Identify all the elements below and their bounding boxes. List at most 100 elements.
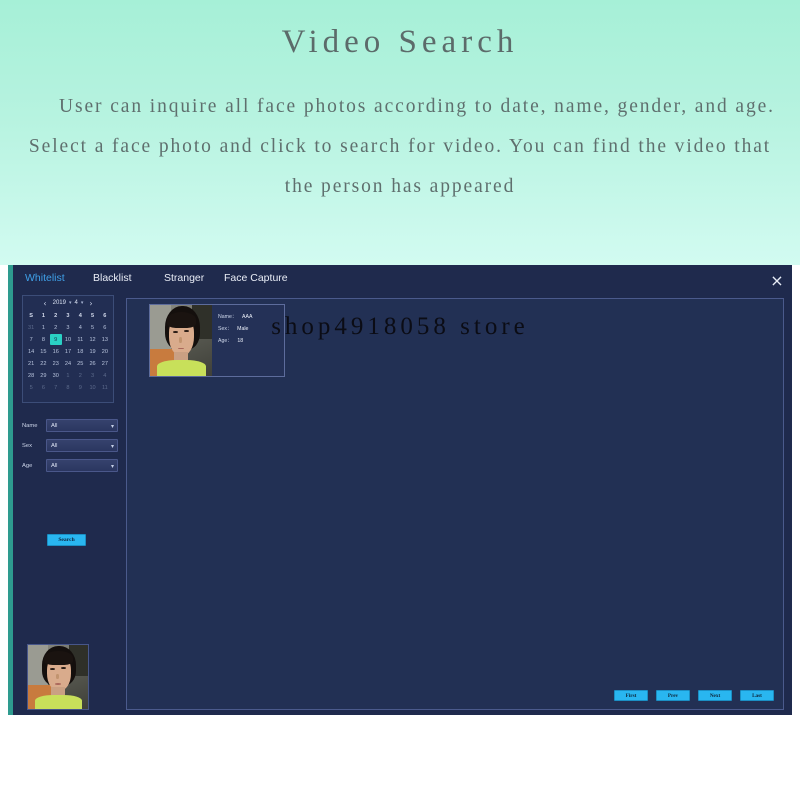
calendar-month-select[interactable]: 4 <box>75 300 78 306</box>
results-area: Name： AAA Sex： Male Age： 18 First Prev Next… <box>126 298 784 710</box>
name-select[interactable]: All ▾ <box>46 419 118 432</box>
filter-row-sex: Sex All ▾ <box>22 439 118 452</box>
calendar-day-cell[interactable]: 26 <box>86 358 98 369</box>
calendar-day-cell[interactable]: 31 <box>25 322 37 333</box>
calendar-day-cell[interactable]: 13 <box>99 334 111 345</box>
calendar-day-cell[interactable]: 22 <box>37 358 49 369</box>
calendar-day-cell[interactable]: 10 <box>62 334 74 345</box>
chevron-down-icon-year[interactable]: ▾ <box>69 300 72 306</box>
calendar-day-cell[interactable]: 11 <box>74 334 86 345</box>
calendar-day-cell[interactable]: 23 <box>50 358 62 369</box>
calendar-day-cell[interactable]: 27 <box>99 358 111 369</box>
face-name-row: Name： AAA <box>218 313 284 320</box>
calendar-weekday-0: S <box>29 312 33 319</box>
tabbar: Whitelist Blacklist Stranger Face Captur… <box>8 265 792 297</box>
page-prev-button[interactable]: Prev <box>656 690 690 701</box>
close-icon[interactable]: × <box>766 270 788 292</box>
calendar-year-select[interactable]: 2019 <box>53 300 66 306</box>
calendar-day-cell[interactable]: 30 <box>50 370 62 381</box>
calendar-day-cell[interactable]: 16 <box>50 346 62 357</box>
panel-accent-strip <box>8 265 13 715</box>
calendar-day-cell[interactable]: 8 <box>37 334 49 345</box>
calendar-day-cell[interactable]: 24 <box>62 358 74 369</box>
calendar-day-cell[interactable]: 12 <box>86 334 98 345</box>
date-picker-calendar[interactable]: ‹ 2019 ▾ 4 ▾ › S 1 2 3 4 5 6 31 1 2 3 4 5 6 7 8 9 10 11 12 1… <box>22 295 114 403</box>
calendar-day-cell[interactable]: 17 <box>62 346 74 357</box>
calendar-day-cell[interactable]: 1 <box>37 322 49 333</box>
tab-whitelist[interactable]: Whitelist <box>25 272 65 284</box>
calendar-day-cell[interactable]: 1 <box>62 370 74 381</box>
face-photo <box>28 645 88 709</box>
calendar-day-cell[interactable]: 8 <box>62 382 74 393</box>
calendar-weekday-4: 4 <box>78 312 82 319</box>
face-age-value: 18 <box>237 338 244 344</box>
filter-label-sex: Sex <box>22 442 32 449</box>
filter-label-name: Name <box>22 422 38 429</box>
calendar-grid: S 1 2 3 4 5 6 31 1 2 3 4 5 6 7 8 9 10 11 12 13 14 15 16 17 18 19 20… <box>23 309 113 395</box>
calendar-prev-icon[interactable]: ‹ <box>40 299 49 308</box>
calendar-day-cell[interactable]: 11 <box>99 382 111 393</box>
chevron-down-icon-name: ▾ <box>110 423 114 430</box>
page-last-button[interactable]: Last <box>740 690 774 701</box>
face-sex-row: Sex： Male <box>218 325 284 332</box>
calendar-next-icon[interactable]: › <box>86 299 95 308</box>
left-sidebar: ‹ 2019 ▾ 4 ▾ › S 1 2 3 4 5 6 31 1 2 3 4 5 6 7 8 9 10 11 12 1… <box>16 295 124 713</box>
calendar-day-cell[interactable]: 29 <box>37 370 49 381</box>
calendar-day-cell[interactable]: 19 <box>86 346 98 357</box>
calendar-day-cell[interactable]: 6 <box>99 322 111 333</box>
page-description: User can inquire all face photos accordi… <box>28 96 775 197</box>
filter-group: Name All ▾ Sex All ▾ Age All ▾ <box>22 419 118 479</box>
search-button[interactable]: Search <box>47 534 86 546</box>
calendar-day-cell[interactable]: 15 <box>37 346 49 357</box>
chevron-down-icon-month[interactable]: ▾ <box>81 300 84 306</box>
calendar-day-cell[interactable]: 25 <box>74 358 86 369</box>
calendar-day-cell[interactable]: 28 <box>25 370 37 381</box>
calendar-day-cell[interactable]: 20 <box>99 346 111 357</box>
video-search-panel: Whitelist Blacklist Stranger Face Captur… <box>8 265 792 715</box>
calendar-day-cell[interactable]: 3 <box>86 370 98 381</box>
face-sex-value: Male <box>237 326 249 332</box>
calendar-day-cell[interactable]: 9 <box>49 334 62 345</box>
calendar-day-cell[interactable]: 6 <box>37 382 49 393</box>
face-card-info: Name： AAA Sex： Male Age： 18 <box>212 305 284 376</box>
selected-face-preview[interactable] <box>27 644 89 710</box>
calendar-day-cell[interactable]: 10 <box>86 382 98 393</box>
face-card-photo <box>150 305 212 376</box>
calendar-weekday-2: 2 <box>54 312 58 319</box>
calendar-day-cell[interactable]: 5 <box>25 382 37 393</box>
age-select-value: All <box>51 463 58 469</box>
chevron-down-icon-age: ▾ <box>110 463 114 470</box>
calendar-weekday-5: 5 <box>91 312 95 319</box>
face-sex-label: Sex： <box>218 326 233 332</box>
calendar-day-cell[interactable]: 2 <box>74 370 86 381</box>
sex-select[interactable]: All ▾ <box>46 439 118 452</box>
calendar-day-cell[interactable]: 18 <box>74 346 86 357</box>
tab-stranger[interactable]: Stranger <box>164 272 204 284</box>
calendar-day-cell[interactable]: 4 <box>74 322 86 333</box>
name-select-value: All <box>51 423 58 429</box>
calendar-day-cell[interactable]: 5 <box>86 322 98 333</box>
pagination: First Prev Next Last <box>614 690 774 701</box>
calendar-day-cell[interactable]: 14 <box>25 346 37 357</box>
calendar-day-cell[interactable]: 7 <box>25 334 37 345</box>
page-first-button[interactable]: First <box>614 690 648 701</box>
page-title: Video Search <box>281 24 519 60</box>
calendar-day-cell[interactable]: 7 <box>50 382 62 393</box>
tab-face-capture[interactable]: Face Capture <box>224 272 288 284</box>
calendar-day-cell[interactable]: 3 <box>62 322 74 333</box>
calendar-weekday-3: 3 <box>66 312 70 319</box>
sex-select-value: All <box>51 443 58 449</box>
face-age-row: Age： 18 <box>218 337 284 344</box>
tab-blacklist[interactable]: Blacklist <box>93 272 132 284</box>
page-next-button[interactable]: Next <box>698 690 732 701</box>
filter-row-name: Name All ▾ <box>22 419 118 432</box>
chevron-down-icon-sex: ▾ <box>110 443 114 450</box>
calendar-day-cell[interactable]: 9 <box>74 382 86 393</box>
face-age-label: Age： <box>218 338 233 344</box>
face-result-card[interactable]: Name： AAA Sex： Male Age： 18 <box>149 304 285 377</box>
calendar-day-cell[interactable]: 2 <box>50 322 62 333</box>
calendar-day-cell[interactable]: 21 <box>25 358 37 369</box>
age-select[interactable]: All ▾ <box>46 459 118 472</box>
calendar-day-cell[interactable]: 4 <box>99 370 111 381</box>
face-name-value: AAA <box>242 314 253 320</box>
